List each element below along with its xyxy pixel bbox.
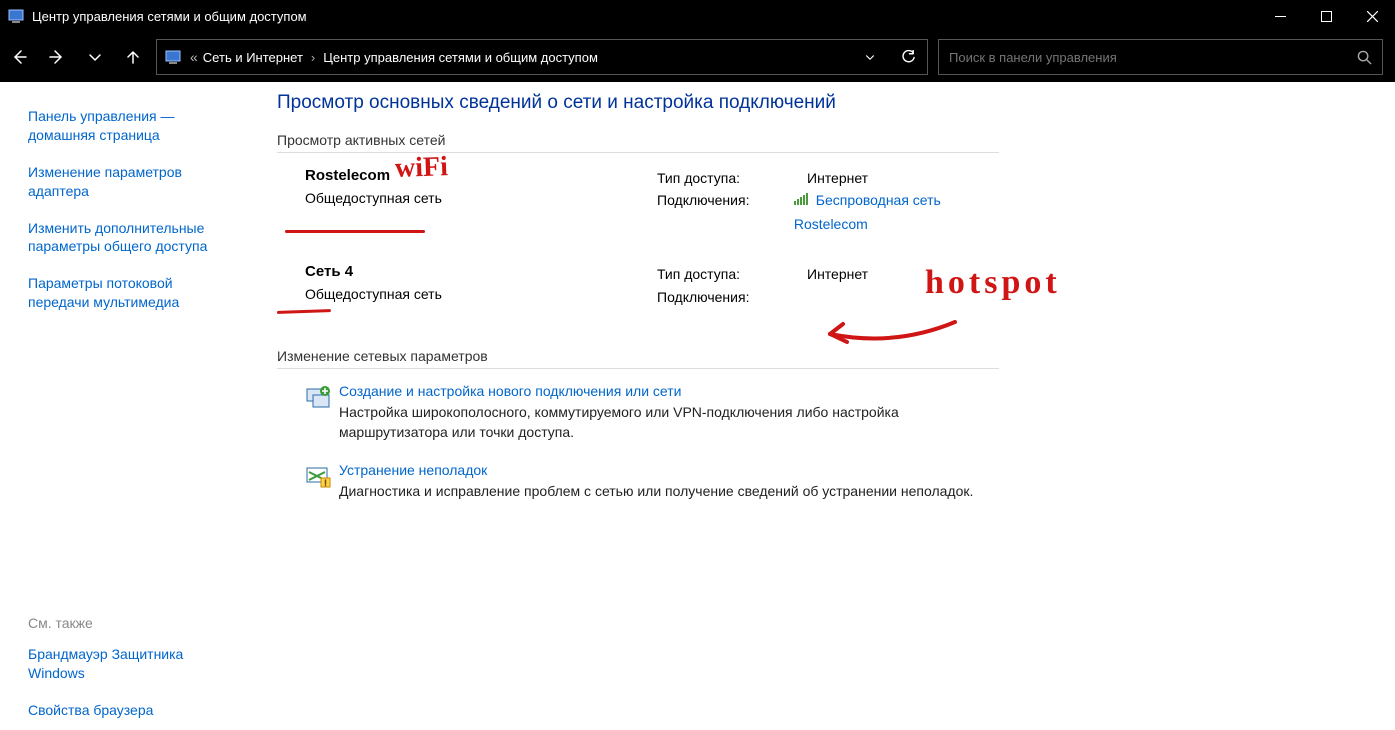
option-desc: Настройка широкополосного, коммутируемог… bbox=[339, 403, 999, 442]
network-category: Общедоступная сеть bbox=[305, 286, 657, 302]
network-name: Rostelecom bbox=[305, 167, 657, 184]
access-type-label: Тип доступа: bbox=[657, 263, 807, 285]
wifi-signal-icon bbox=[794, 189, 808, 211]
connections-label: Подключения: bbox=[657, 286, 807, 308]
annotation-arrow bbox=[815, 312, 965, 352]
active-networks-header: Просмотр активных сетей bbox=[277, 132, 999, 153]
see-also-label: См. также bbox=[28, 615, 235, 631]
refresh-button[interactable] bbox=[889, 40, 927, 74]
breadcrumb-part-1[interactable]: Сеть и Интернет bbox=[203, 50, 303, 65]
recent-dropdown[interactable] bbox=[76, 38, 114, 76]
sidebar-link-firewall[interactable]: Брандмауэр Защитника Windows bbox=[28, 645, 235, 683]
address-icon bbox=[161, 49, 185, 65]
new-connection-icon bbox=[305, 383, 339, 442]
sidebar-link-browser-props[interactable]: Свойства браузера bbox=[28, 701, 235, 720]
option-new-connection: Создание и настройка нового подключения … bbox=[277, 383, 999, 442]
network-block: Сеть 4 Общедоступная сеть Тип доступа: И… bbox=[277, 263, 999, 308]
window-controls bbox=[1257, 0, 1395, 32]
address-bar[interactable]: « Сеть и Интернет › Центр управления сет… bbox=[156, 39, 928, 75]
option-link[interactable]: Создание и настройка нового подключения … bbox=[339, 383, 681, 399]
access-type-label: Тип доступа: bbox=[657, 167, 807, 189]
breadcrumb-part-2[interactable]: Центр управления сетями и общим доступом bbox=[323, 50, 598, 65]
minimize-button[interactable] bbox=[1257, 0, 1303, 32]
option-link[interactable]: Устранение неполадок bbox=[339, 462, 487, 478]
sidebar-link-media-streaming[interactable]: Параметры потоковой передачи мультимедиа bbox=[28, 274, 235, 312]
back-button[interactable] bbox=[0, 38, 38, 76]
window-title: Центр управления сетями и общим доступом bbox=[32, 9, 307, 24]
page-title: Просмотр основных сведений о сети и наст… bbox=[277, 92, 1383, 114]
up-button[interactable] bbox=[114, 38, 152, 76]
search-icon[interactable] bbox=[1346, 50, 1382, 65]
annotation-underline-2 bbox=[277, 309, 331, 314]
navbar: « Сеть и Интернет › Центр управления сет… bbox=[0, 32, 1395, 82]
sidebar-link-home[interactable]: Панель управления — домашняя страница bbox=[28, 107, 235, 145]
network-name: Сеть 4 bbox=[305, 263, 657, 280]
option-desc: Диагностика и исправление проблем с сеть… bbox=[339, 482, 999, 502]
app-icon bbox=[8, 8, 24, 24]
close-button[interactable] bbox=[1349, 0, 1395, 32]
content-area: Просмотр основных сведений о сети и наст… bbox=[255, 82, 1395, 730]
address-dropdown[interactable] bbox=[851, 40, 889, 74]
titlebar: Центр управления сетями и общим доступом bbox=[0, 0, 1395, 32]
forward-button[interactable] bbox=[38, 38, 76, 76]
troubleshoot-icon bbox=[305, 462, 339, 502]
option-troubleshoot: Устранение неполадок Диагностика и испра… bbox=[277, 462, 999, 502]
access-type-value: Интернет bbox=[807, 263, 868, 285]
search-input[interactable] bbox=[939, 49, 1346, 66]
sidebar-link-adapter-settings[interactable]: Изменение параметров адаптера bbox=[28, 163, 235, 201]
sidebar-link-advanced-sharing[interactable]: Изменить дополнительные параметры общего… bbox=[28, 219, 235, 257]
search-box[interactable] bbox=[938, 39, 1383, 75]
sidebar: Панель управления — домашняя страница Из… bbox=[0, 82, 255, 730]
address-prefix: « bbox=[190, 49, 198, 65]
change-settings-header: Изменение сетевых параметров bbox=[277, 348, 999, 369]
network-block: Rostelecom Общедоступная сеть Тип доступ… bbox=[277, 167, 999, 235]
network-category: Общедоступная сеть bbox=[305, 190, 657, 206]
connections-label: Подключения: bbox=[657, 189, 794, 235]
breadcrumb-separator: › bbox=[311, 50, 315, 65]
maximize-button[interactable] bbox=[1303, 0, 1349, 32]
connection-link[interactable]: Беспроводная сеть Rostelecom bbox=[794, 192, 941, 231]
access-type-value: Интернет bbox=[807, 167, 868, 189]
